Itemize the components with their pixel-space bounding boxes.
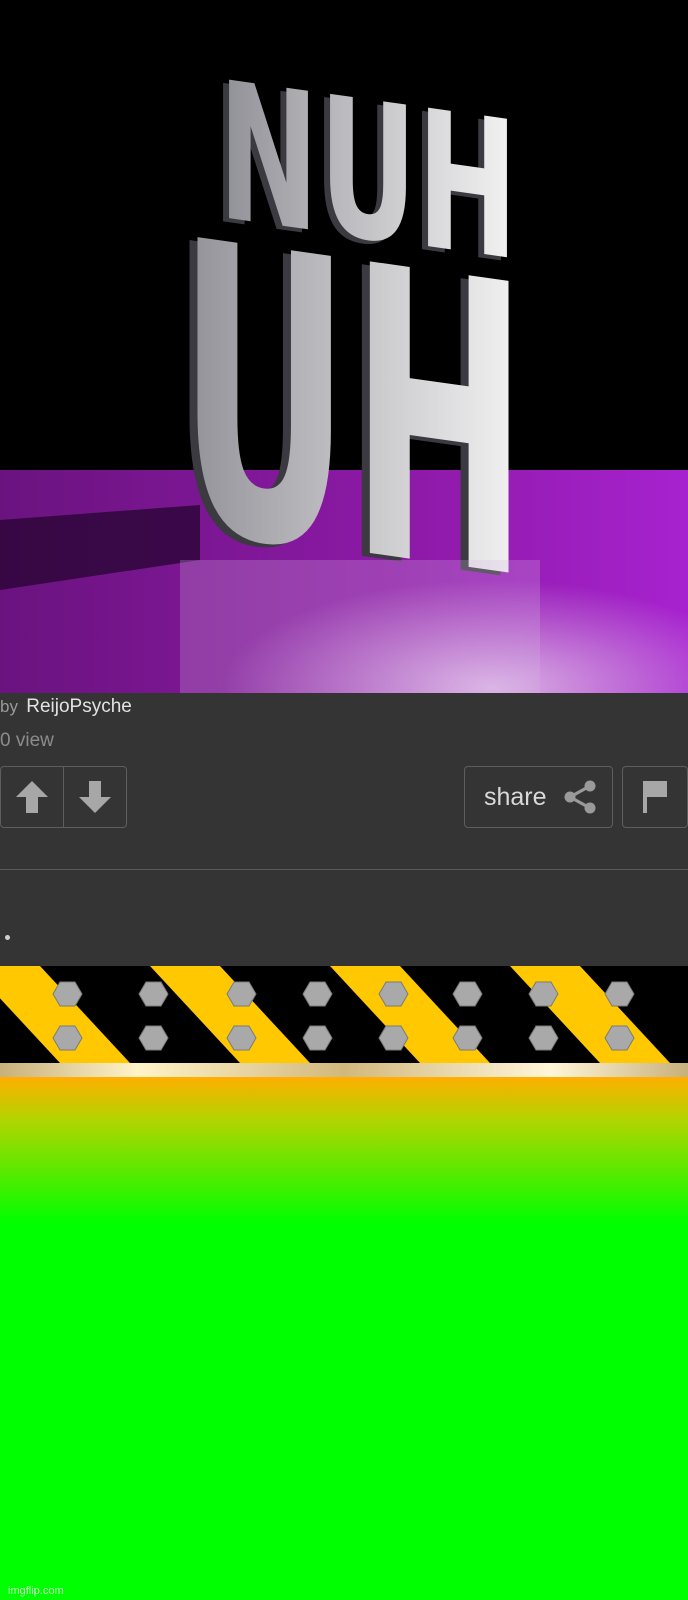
watermark: imgflip.com	[8, 1585, 64, 1597]
downvote-button[interactable]	[63, 767, 126, 827]
vote-group	[0, 766, 127, 828]
flag-button[interactable]	[622, 766, 688, 828]
caption-dot	[5, 935, 10, 940]
share-label: share	[484, 782, 547, 811]
view-count: 0 view	[0, 730, 54, 751]
author-link[interactable]: ReijoPsyche	[26, 696, 132, 717]
upvote-button[interactable]	[1, 767, 63, 827]
meme-image: NUH UH NUH UH	[0, 0, 688, 693]
arrow-up-icon	[16, 781, 48, 813]
post-byline: by ReijoPsyche	[0, 696, 132, 718]
arrow-down-icon	[79, 781, 111, 813]
share-button[interactable]: share	[464, 766, 613, 828]
by-label: by	[0, 697, 18, 716]
flag-icon	[643, 781, 667, 813]
hazard-image: imgflip.com	[0, 966, 688, 1600]
divider	[0, 869, 688, 870]
share-icon	[564, 780, 596, 814]
